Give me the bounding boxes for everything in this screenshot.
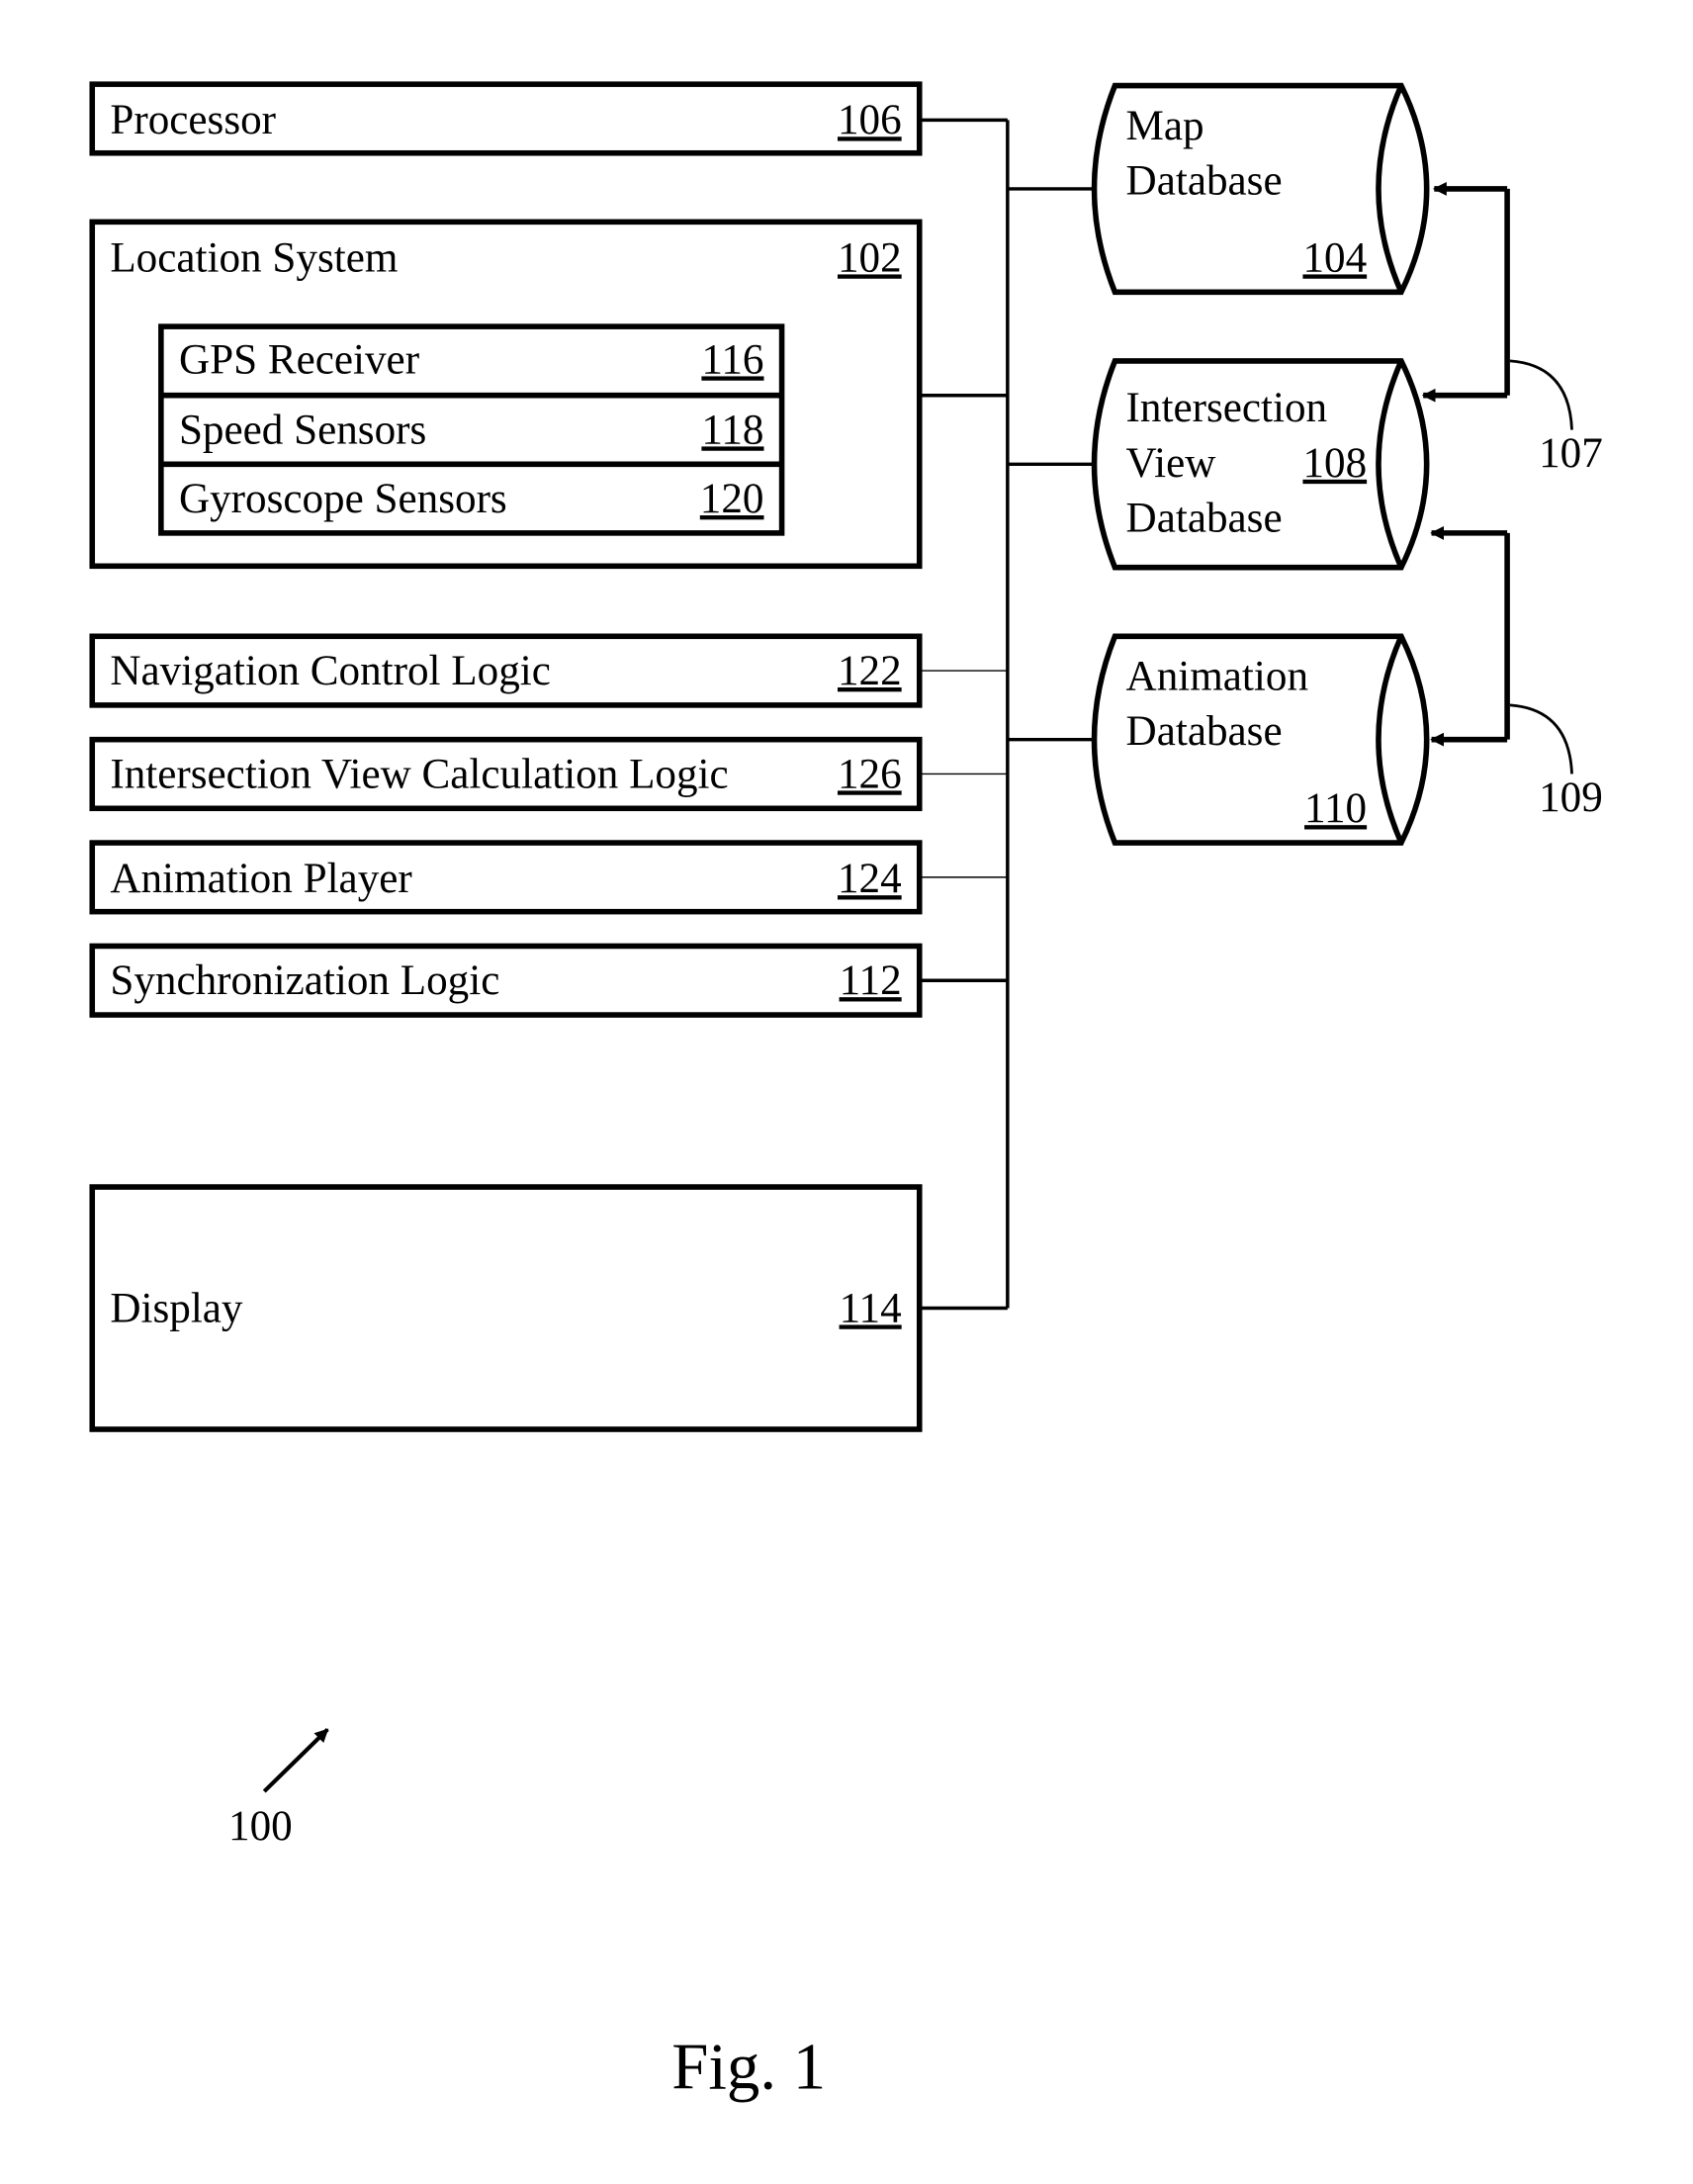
- figure-caption: Fig. 1: [671, 2031, 826, 2104]
- intersection-view-database-line2: View: [1126, 440, 1216, 487]
- animation-database-line1: Animation: [1126, 654, 1308, 700]
- intersection-view-database-line3: Database: [1126, 496, 1283, 542]
- animation-database-line2: Database: [1126, 708, 1283, 755]
- intersection-view-calculation-logic-ref: 126: [838, 751, 902, 797]
- leader-107: [1509, 359, 1573, 430]
- map-database-line1: Map: [1126, 103, 1204, 149]
- intersection-view-calculation-logic-block: Intersection View Calculation Logic 126: [89, 736, 923, 812]
- bus-lines: [919, 118, 1095, 1311]
- intersection-view-database: Intersection View Database 108: [1091, 358, 1430, 571]
- animation-database-ref: 110: [1304, 785, 1367, 832]
- gps-receiver-label: GPS Receiver: [179, 336, 419, 383]
- navigation-control-logic-label: Navigation Control Logic: [110, 648, 551, 694]
- location-system-block: Location System 102 GPS Receiver 116 Spe…: [89, 219, 923, 570]
- link-107: 107: [1421, 181, 1603, 477]
- link-109: 109: [1430, 525, 1603, 821]
- gyroscope-sensors-label: Gyroscope Sensors: [179, 476, 507, 522]
- system-ref-label: 100: [228, 1803, 293, 1850]
- block-diagram: Processor 106 Location System 102 GPS Re…: [89, 81, 1603, 2104]
- display-ref: 114: [840, 1285, 902, 1331]
- navigation-control-logic-block: Navigation Control Logic 122: [89, 633, 923, 708]
- link-109-ref: 109: [1539, 774, 1603, 821]
- leader-109: [1509, 703, 1573, 774]
- location-system-label: Location System: [110, 234, 398, 281]
- system-arrow-icon: [262, 1727, 329, 1793]
- animation-player-block: Animation Player 124: [89, 840, 923, 915]
- navigation-control-logic-ref: 122: [838, 648, 902, 694]
- synchronization-logic-ref: 112: [840, 957, 902, 1004]
- synchronization-logic-block: Synchronization Logic 112: [89, 943, 923, 1018]
- system-reference: 100: [228, 1727, 329, 1850]
- gps-receiver-ref: 116: [701, 336, 763, 383]
- speed-sensors-ref: 118: [701, 407, 763, 453]
- intersection-view-database-ref: 108: [1302, 440, 1367, 487]
- link-107-ref: 107: [1539, 430, 1603, 477]
- gyroscope-sensors-ref: 120: [700, 476, 764, 522]
- location-system-ref: 102: [838, 234, 902, 281]
- map-database-line2: Database: [1126, 158, 1283, 205]
- map-database-ref: 104: [1302, 234, 1367, 281]
- processor-label: Processor: [110, 97, 276, 143]
- animation-player-ref: 124: [838, 856, 902, 902]
- animation-player-label: Animation Player: [110, 856, 411, 902]
- map-database: Map Database 104: [1091, 82, 1430, 296]
- animation-database: Animation Database 110: [1091, 633, 1430, 846]
- speed-sensors-label: Speed Sensors: [179, 407, 426, 453]
- intersection-view-database-line1: Intersection: [1126, 385, 1328, 431]
- synchronization-logic-label: Synchronization Logic: [110, 957, 499, 1004]
- intersection-view-calculation-logic-label: Intersection View Calculation Logic: [110, 751, 728, 797]
- processor-block: Processor 106: [89, 81, 923, 156]
- processor-ref: 106: [838, 97, 902, 143]
- display-label: Display: [110, 1285, 243, 1331]
- display-block: Display 114: [89, 1184, 923, 1432]
